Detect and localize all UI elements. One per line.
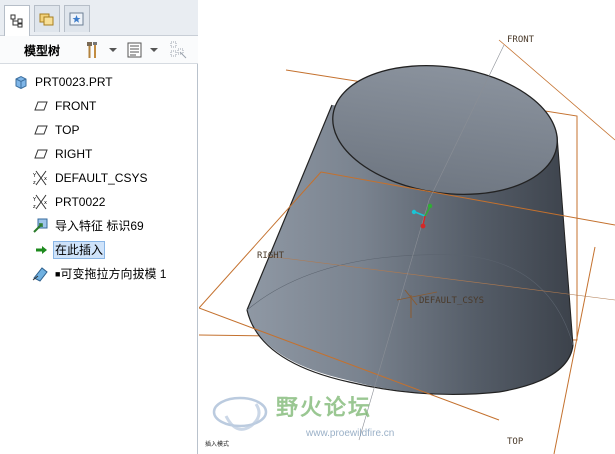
settings-hammer-icon: [87, 42, 97, 58]
svg-text:Y: Y: [33, 197, 37, 203]
coordinate-system-icon: Yx z: [32, 169, 50, 187]
tree-node-label: PRT0022: [55, 195, 106, 209]
import-feature-icon: [32, 217, 50, 235]
tree-node-label: 导入特征 标识69: [55, 219, 144, 233]
settings-dropdown-arrow[interactable]: [109, 48, 117, 52]
navigator-tab-strip: [0, 0, 198, 36]
datum-plane-icon: [32, 121, 50, 139]
tree-node-variable-draft[interactable]: ■可变拖拉方向拔模 1: [32, 264, 167, 284]
watermark-url: www.proewildfire.cn: [306, 428, 395, 439]
svg-text:Y: Y: [33, 173, 37, 179]
watermark-title: 野火论坛: [276, 395, 373, 421]
watermark-logo-icon: [212, 396, 268, 431]
tree-node-label: 在此插入: [52, 241, 106, 259]
model-tree-toolbar: 模型树: [0, 36, 198, 64]
tree-node-right[interactable]: RIGHT: [32, 144, 93, 164]
top-plane-label[interactable]: TOP: [507, 437, 524, 447]
model-tree-title: 模型树: [24, 44, 61, 58]
tree-node-import-feature[interactable]: 导入特征 标识69: [32, 216, 145, 236]
coordinate-system-icon: Yx z: [32, 193, 50, 211]
forum-watermark: 野火论坛 www.proewildfire.cn: [206, 386, 416, 448]
right-plane-label[interactable]: RIGHT: [257, 251, 285, 261]
tree-node-part[interactable]: PRT0023.PRT: [12, 72, 114, 92]
model-tree-panel: 模型树 PRT0023.PRT FRONT TOP RIGHT Y x z DE…: [0, 0, 198, 454]
tree-node-label: DEFAULT_CSYS: [55, 171, 148, 185]
tree-node-insert-here[interactable]: 在此插入: [32, 240, 106, 260]
tree-node-default-csys[interactable]: Yx z DEFAULT_CSYS: [32, 168, 148, 188]
show-button[interactable]: [126, 41, 144, 59]
part-icon: [12, 73, 30, 91]
show-tree-filter-icon: [127, 42, 142, 58]
display-columns-icon: [170, 41, 187, 59]
tree-node-label: TOP: [55, 123, 80, 137]
csys-label[interactable]: DEFAULT_CSYS: [419, 296, 484, 306]
settings-button[interactable]: [84, 41, 102, 59]
cone-model[interactable]: [246, 52, 574, 396]
svg-text:x: x: [44, 200, 47, 206]
svg-text:z: z: [33, 180, 36, 186]
front-plane-label[interactable]: FRONT: [507, 35, 535, 45]
folder-browser-tab[interactable]: [34, 5, 60, 32]
model-tree-tab[interactable]: [4, 5, 30, 36]
tree-node-label: PRT0023.PRT: [35, 75, 113, 89]
svg-text:x: x: [44, 176, 47, 182]
tree-node-label: RIGHT: [55, 147, 93, 161]
columns-button[interactable]: [170, 41, 188, 59]
show-dropdown-arrow[interactable]: [150, 48, 158, 52]
tree-node-label: ■可变拖拉方向拔模 1: [55, 267, 167, 281]
svg-text:z: z: [33, 204, 36, 210]
insert-here-arrow-icon: [32, 241, 50, 259]
model-tree-tab-icon: [10, 14, 23, 28]
favorites-tab[interactable]: [64, 5, 90, 32]
tree-node-front[interactable]: FRONT: [32, 96, 97, 116]
tree-node-prt0022[interactable]: Yx z PRT0022: [32, 192, 106, 212]
favorites-tab-icon: [69, 12, 84, 26]
datum-plane-icon: [32, 145, 50, 163]
datum-plane-icon: [32, 97, 50, 115]
folder-browser-tab-icon: [39, 13, 54, 26]
tree-node-top[interactable]: TOP: [32, 120, 80, 140]
variable-draft-icon: [32, 265, 50, 283]
tree-node-label: FRONT: [55, 99, 97, 113]
